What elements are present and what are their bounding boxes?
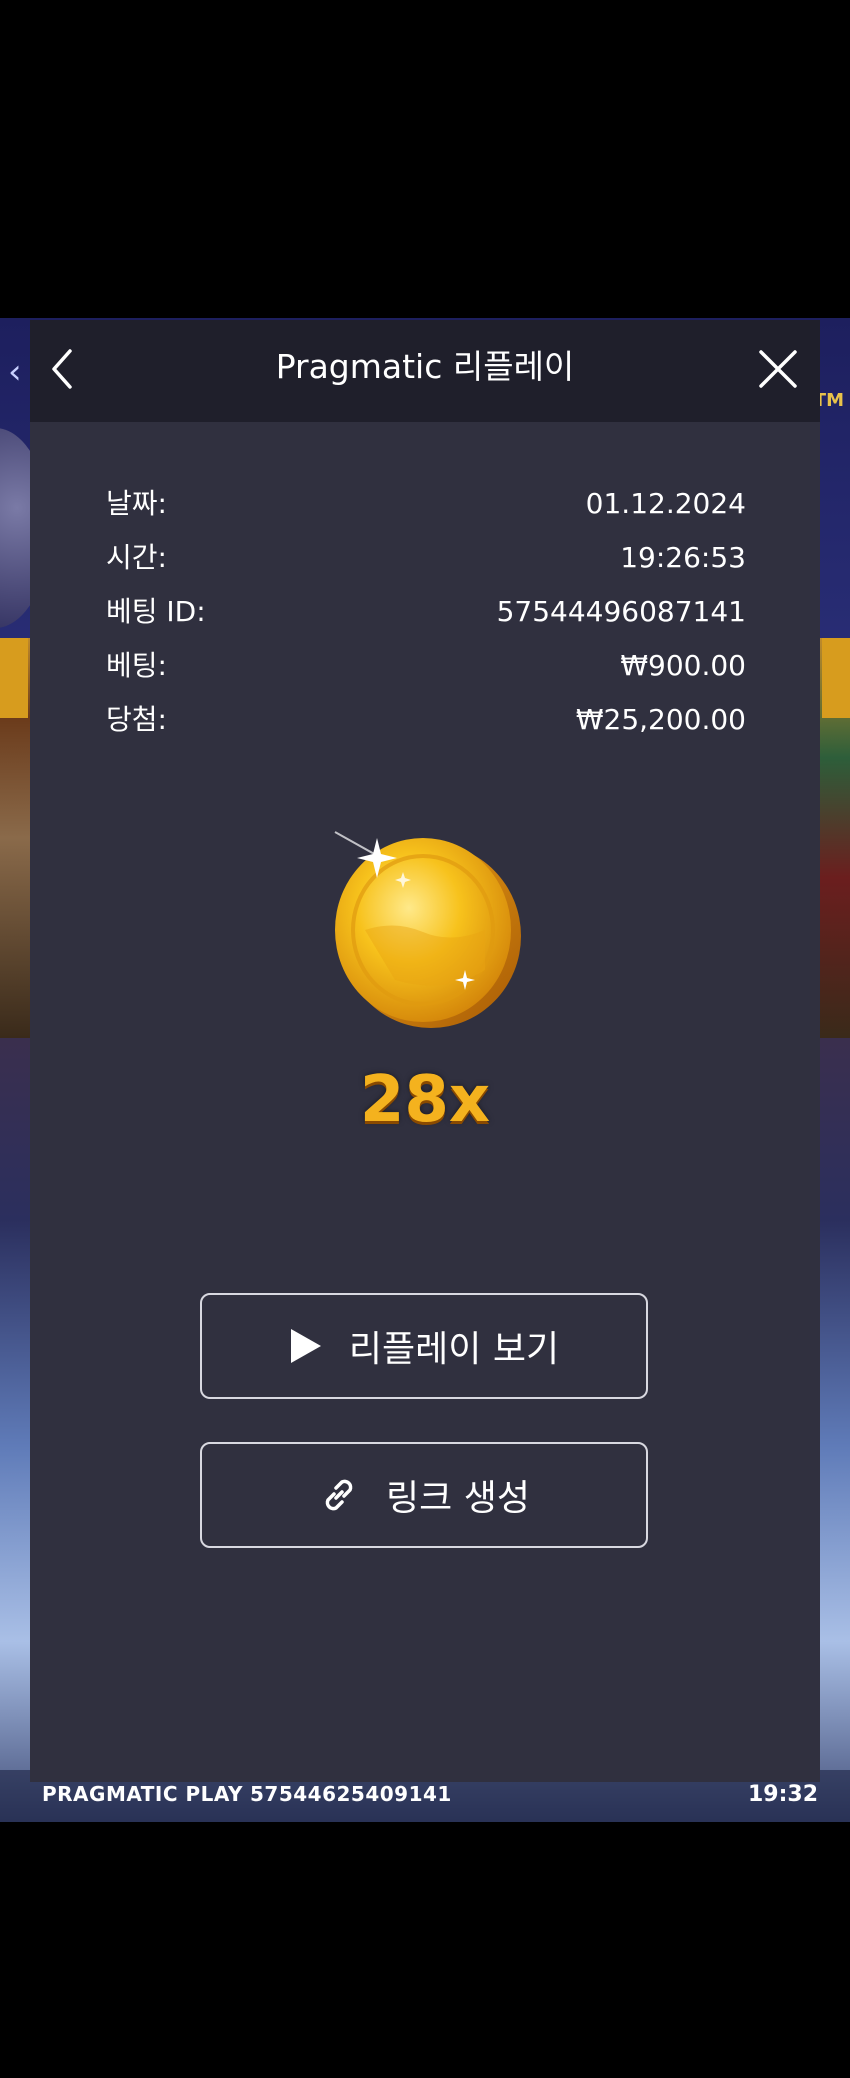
view-replay-label: 리플레이 보기 xyxy=(348,1329,560,1370)
view-replay-button[interactable]: 리플레이 보기 xyxy=(200,1293,648,1399)
clock: 19:32 xyxy=(747,1782,818,1807)
detail-row-date: 날짜: 01.12.2024 xyxy=(106,482,746,526)
close-button[interactable] xyxy=(752,337,804,401)
detail-value: 57544496087141 xyxy=(496,595,746,628)
play-icon xyxy=(289,1327,323,1365)
detail-label: 날짜: xyxy=(106,487,167,520)
detail-row-bet: 베팅: ₩900.00 xyxy=(106,644,746,688)
detail-value: ₩900.00 xyxy=(620,649,746,682)
back-button[interactable] xyxy=(40,337,84,401)
left-gold-trim xyxy=(0,638,28,718)
detail-label: 베팅 ID: xyxy=(106,595,206,628)
create-link-label: 링크 생성 xyxy=(386,1478,530,1519)
modal-title: Pragmatic 리플레이 xyxy=(275,347,575,386)
detail-row-win: 당첨: ₩25,200.00 xyxy=(106,698,746,742)
background-back-arrow-icon[interactable]: ‹ xyxy=(8,355,22,389)
detail-row-bet-id: 베팅 ID: 57544496087141 xyxy=(106,590,746,634)
provider-brand: PRAGMATIC PLAY xyxy=(42,1782,243,1806)
detail-label: 베팅: xyxy=(106,649,167,682)
right-gold-trim xyxy=(822,638,850,718)
create-link-button[interactable]: 링크 생성 xyxy=(200,1442,648,1548)
detail-value: ₩25,200.00 xyxy=(575,703,746,736)
link-icon xyxy=(318,1474,360,1516)
round-id: 57544625409141 xyxy=(250,1782,452,1806)
gold-coin-icon xyxy=(325,820,525,1040)
win-multiplier: 28x xyxy=(359,1063,491,1137)
detail-label: 당첨: xyxy=(106,703,167,736)
detail-label: 시간: xyxy=(106,541,167,574)
detail-row-time: 시간: 19:26:53 xyxy=(106,536,746,580)
chevron-left-icon xyxy=(52,349,72,389)
detail-value: 19:26:53 xyxy=(620,541,746,574)
detail-value: 01.12.2024 xyxy=(585,487,746,520)
close-icon xyxy=(759,350,797,388)
